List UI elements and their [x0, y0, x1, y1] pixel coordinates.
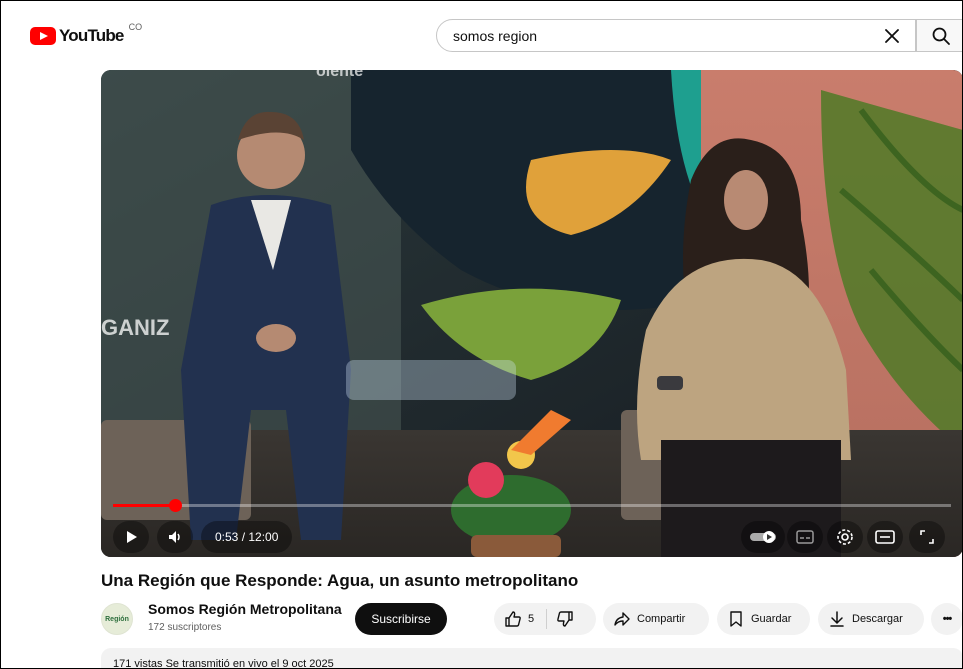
like-count: 5 — [528, 613, 535, 625]
more-icon: ••• — [942, 613, 953, 625]
volume-icon — [169, 531, 180, 543]
video-title: Una Región que Responde: Agua, un asunto… — [101, 571, 579, 590]
search-box[interactable] — [436, 19, 916, 52]
thumbs-up-icon — [505, 611, 521, 627]
dislike-button[interactable] — [547, 603, 583, 635]
time-display: 0:53 / 12:00 — [201, 521, 293, 553]
subscriber-count: 172 suscriptores — [148, 622, 222, 633]
clear-search-button[interactable] — [881, 25, 903, 47]
clear-icon — [885, 29, 899, 43]
fullscreen-icon — [920, 530, 934, 544]
search-icon — [932, 27, 950, 45]
subscribe-button[interactable]: Suscribirse — [355, 603, 447, 635]
progress-scrubber[interactable] — [168, 499, 182, 512]
share-button[interactable]: Compartir — [603, 603, 709, 635]
play-button[interactable] — [113, 521, 149, 553]
fullscreen-button[interactable] — [909, 521, 945, 553]
download-icon — [830, 611, 844, 627]
progress-bar[interactable] — [113, 499, 951, 512]
logo-text: YouTube — [59, 26, 124, 45]
channel-name[interactable]: Somos Región Metropolitana — [148, 601, 342, 617]
svg-text:oiente: oiente — [316, 70, 363, 80]
download-label: Descargar — [852, 613, 903, 625]
volume-button[interactable] — [157, 521, 193, 553]
thumbs-down-icon — [557, 611, 573, 627]
subtitles-icon — [796, 530, 814, 544]
save-label: Guardar — [751, 613, 792, 625]
youtube-logo-icon — [30, 27, 56, 45]
share-icon — [614, 612, 630, 626]
download-button[interactable]: Descargar — [818, 603, 924, 635]
description-text: 171 vistas Se transmitió en vivo el 9 oc… — [113, 658, 334, 669]
settings-icon — [837, 529, 853, 545]
theater-mode-icon — [875, 530, 895, 544]
video-frame: GANIZ oiente — [101, 70, 963, 557]
bookmark-icon — [730, 611, 742, 627]
youtube-logo[interactable]: YouTube CO — [30, 22, 142, 46]
subtitles-button[interactable] — [787, 521, 823, 553]
like-dislike-group: 5 — [494, 603, 596, 635]
save-button[interactable]: Guardar — [717, 603, 810, 635]
like-button[interactable]: 5 — [494, 603, 534, 635]
theater-mode-button[interactable] — [867, 521, 903, 553]
search-button[interactable] — [916, 19, 963, 52]
settings-button[interactable] — [827, 521, 863, 553]
progress-fill — [113, 504, 175, 507]
channel-avatar[interactable]: Región — [101, 603, 133, 635]
autoplay-toggle[interactable] — [741, 521, 785, 553]
svg-text:GANIZ: GANIZ — [101, 315, 169, 340]
description-box[interactable]: 171 vistas Se transmitió en vivo el 9 oc… — [101, 648, 963, 669]
share-label: Compartir — [637, 613, 686, 625]
country-code: CO — [128, 22, 143, 32]
play-icon — [127, 531, 137, 543]
more-actions-button[interactable]: ••• — [931, 603, 963, 635]
autoplay-toggle-icon — [750, 531, 776, 543]
video-player[interactable]: GANIZ oiente 0:53 / 12:00 — [101, 70, 963, 557]
search-input[interactable] — [453, 27, 853, 44]
